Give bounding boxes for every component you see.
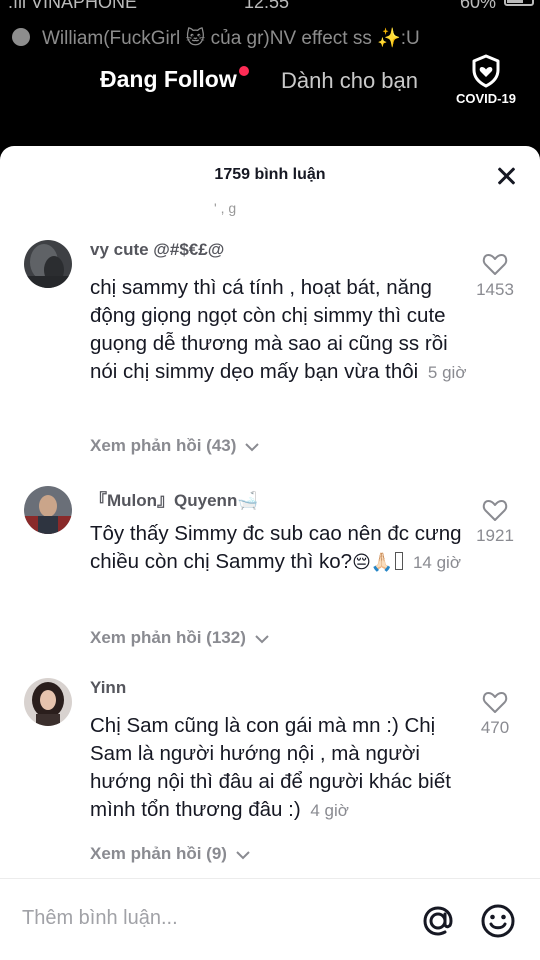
view-replies-button[interactable]: Xem phản hồi (43) (90, 436, 260, 456)
clock: 12:55 (244, 0, 290, 12)
cut-off-text: ' , g (214, 200, 237, 216)
avatar[interactable] (24, 240, 72, 288)
tab-for-you[interactable]: Dành cho bạn (281, 68, 418, 94)
comment-body: chị sammy thì cá tính , hoạt bát, năng đ… (90, 276, 448, 383)
comment-username[interactable]: vy cute @#$€£@ (90, 240, 224, 260)
notification-dot (238, 66, 249, 76)
comment-body: Chị Sam cũng là con gái mà mn :) Chị Sam… (90, 714, 451, 821)
view-replies-button[interactable]: Xem phản hồi (9) (90, 844, 251, 864)
comment-input-bar (0, 878, 540, 960)
heart-icon (482, 254, 508, 275)
sheet-header: 1759 bình luận ' , g (0, 146, 540, 216)
chevron-down-icon (235, 850, 250, 859)
replies-label: Xem phản hồi (43) (90, 436, 237, 455)
carrier-label: .ıll VINAPHONE (8, 0, 138, 12)
comment-count-title: 1759 bình luận (214, 166, 326, 183)
comment-username[interactable]: 『Mulon』Quyenn🛁 (90, 486, 259, 511)
missing-glyph-box (395, 552, 404, 570)
comment-username[interactable]: Yinn (90, 678, 126, 698)
battery-percent: 60% (459, 0, 496, 12)
covid-button[interactable]: COVID-19 (448, 54, 524, 108)
emoji-smile-icon[interactable] (480, 903, 516, 939)
like-button[interactable]: 1453 (468, 252, 522, 300)
comment-text: Chị Sam cũng là con gái mà mn :) Chị Sam… (90, 712, 474, 825)
like-count: 1921 (476, 526, 514, 545)
comment-emoji: 😔🙏🏻 (352, 552, 394, 572)
battery-icon (504, 0, 534, 6)
chevron-down-icon (254, 634, 269, 643)
replies-label: Xem phản hồi (132) (90, 628, 246, 647)
comment-text: Tôy thấy Simmy đc sub cao nên đc cưng ch… (90, 520, 474, 577)
video-caption-marquee: William(FuckGirl 🐱 của gr)NV effect ss ✨… (12, 26, 532, 50)
marquee-text: William(FuckGirl 🐱 của gr)NV effect ss ✨… (42, 28, 420, 49)
shield-heart-icon (472, 54, 500, 88)
comment-time: 5 giờ (427, 363, 467, 382)
music-disc-icon (12, 28, 30, 46)
covid-label: COVID-19 (456, 91, 516, 106)
comment-input[interactable] (22, 903, 382, 933)
chevron-down-icon (245, 442, 259, 451)
like-count: 470 (480, 718, 510, 737)
comment-time: 4 giờ (310, 801, 349, 820)
like-count: 1453 (476, 280, 514, 299)
close-icon[interactable] (494, 164, 518, 188)
like-button[interactable]: 470 (468, 690, 522, 738)
comments-sheet: 1759 bình luận ' , g vy cute @#$€£@ chị … (0, 146, 540, 960)
view-replies-button[interactable]: Xem phản hồi (132) (90, 628, 270, 648)
comment-time: 14 giờ (412, 553, 461, 572)
avatar[interactable] (24, 678, 72, 726)
like-button[interactable]: 1921 (468, 498, 522, 546)
avatar[interactable] (24, 486, 72, 534)
comment-text: chị sammy thì cá tính , hoạt bát, năng đ… (90, 274, 474, 387)
comment-body: Tôy thấy Simmy đc sub cao nên đc cưng ch… (90, 522, 462, 573)
tab-following[interactable]: Đang Follow (100, 66, 249, 93)
tab-following-label: Đang Follow (100, 66, 237, 92)
heart-icon (482, 692, 508, 713)
mention-at-icon[interactable] (420, 903, 456, 939)
status-bar: .ıll VINAPHONE 12:55 60% (0, 0, 540, 14)
heart-icon (482, 500, 508, 521)
replies-label: Xem phản hồi (9) (90, 844, 227, 863)
